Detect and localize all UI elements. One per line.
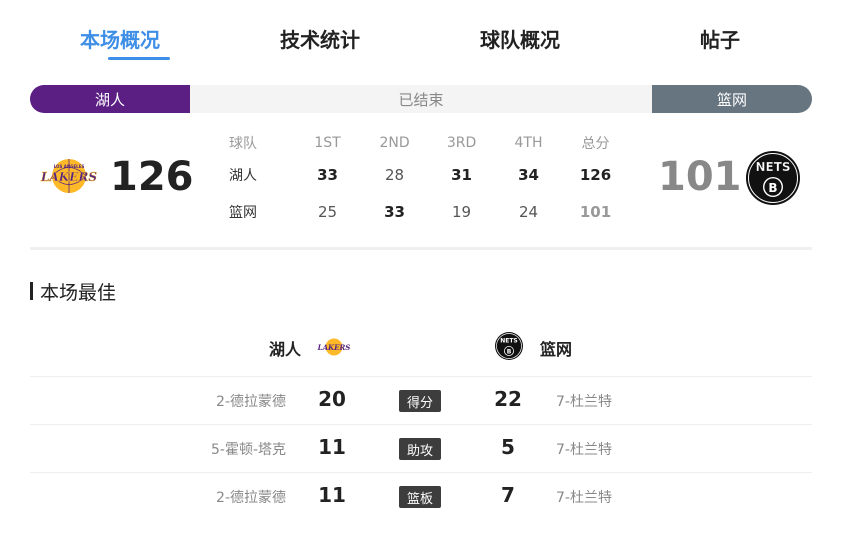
home-stat-value: 11 [318, 435, 346, 459]
home-stat-value: 11 [318, 483, 346, 507]
game-state-label: 已结束 [190, 85, 652, 113]
away-stat-value: 22 [494, 387, 522, 411]
svg-text:B: B [768, 181, 777, 195]
svg-text:B: B [507, 349, 512, 356]
q4-score: 24 [518, 202, 539, 221]
col-header-total: 总分 [581, 136, 610, 152]
best-row-points: 2-德拉蒙德 20 得分 22 7-杜兰特 [0, 377, 847, 425]
tab-tech-stats[interactable]: 技术统计 [220, 0, 420, 72]
lakers-logo-text: LAKERS [40, 170, 97, 184]
tab-posts[interactable]: 帖子 [620, 0, 820, 72]
best-home-team-name: 湖人 [269, 340, 302, 359]
best-row-rebounds: 2-德拉蒙德 11 篮板 7 7-杜兰特 [0, 473, 847, 521]
game-status-bar: 湖人 已结束 篮网 [30, 85, 812, 113]
q1-score: 33 [317, 165, 338, 184]
q1-score: 25 [318, 202, 338, 221]
home-player-name[interactable]: 5-霍顿-塔克 [211, 439, 286, 459]
best-players-header: 湖人 篮网 [0, 330, 847, 362]
col-header-team: 球队 [229, 136, 257, 152]
col-header-q1: 1ST [314, 135, 341, 151]
away-player-name[interactable]: 7-杜兰特 [556, 439, 612, 459]
row-team-name: 湖人 [229, 167, 257, 184]
q3-score: 19 [451, 202, 472, 221]
quarter-score-table: 球队 1ST 2ND 3RD 4TH 总分 湖人 33 28 31 34 126… [229, 130, 629, 230]
col-header-q2: 2ND [379, 135, 410, 151]
away-score: 101 [658, 154, 742, 200]
row-team-name: 篮网 [229, 204, 257, 221]
table-row: 篮网 25 33 19 24 101 [229, 193, 629, 230]
home-stat-value: 20 [318, 387, 346, 411]
away-stat-value: 5 [501, 435, 515, 459]
stat-category-badge: 得分 [399, 390, 441, 412]
total-score: 101 [579, 202, 612, 221]
stat-category-badge: 助攻 [399, 438, 441, 460]
section-title-text: 本场最佳 [40, 281, 117, 304]
section-divider [30, 247, 812, 250]
lakers-logo-subtext: LOS ANGELES [54, 164, 85, 169]
nets-logo-text: NETS [755, 160, 790, 174]
col-header-q3: 3RD [446, 135, 477, 151]
best-row-assists: 5-霍顿-塔克 11 助攻 5 7-杜兰特 [0, 425, 847, 473]
table-header-row: 球队 1ST 2ND 3RD 4TH 总分 [229, 130, 629, 156]
away-player-name[interactable]: 7-杜兰特 [556, 487, 612, 507]
col-header-q4: 4TH [514, 135, 543, 151]
table-row: 湖人 33 28 31 34 126 [229, 156, 629, 193]
nets-logo-icon[interactable]: NETS B [744, 149, 802, 207]
away-player-name[interactable]: 7-杜兰特 [556, 391, 612, 411]
lakers-logo-small-text: LAKERS [317, 343, 350, 352]
q3-score: 31 [451, 165, 472, 184]
q2-score: 33 [384, 202, 405, 221]
status-home-team[interactable]: 湖人 [30, 85, 190, 113]
home-player-name[interactable]: 2-德拉蒙德 [216, 391, 286, 411]
total-score: 126 [579, 165, 612, 184]
stat-category-badge: 篮板 [399, 486, 441, 508]
away-stat-value: 7 [501, 483, 515, 507]
home-player-name[interactable]: 2-德拉蒙德 [216, 487, 286, 507]
nets-logo-icon: NETS B [495, 332, 523, 360]
q4-score: 34 [518, 165, 539, 184]
home-score: 126 [110, 154, 194, 200]
best-away-team-name: 篮网 [540, 340, 573, 359]
tab-game-overview[interactable]: 本场概况 [20, 0, 220, 72]
q2-score: 28 [385, 165, 405, 184]
nets-logo-small-text: NETS [500, 338, 518, 345]
lakers-logo-icon: LAKERS [317, 338, 350, 356]
tab-bar: 本场概况 技术统计 球队概况 帖子 [20, 0, 820, 72]
lakers-logo-icon[interactable]: LOS ANGELES LAKERS [36, 155, 102, 197]
title-bar-marker [30, 282, 33, 300]
section-title: 本场最佳 [30, 280, 117, 304]
tab-team-overview[interactable]: 球队概况 [420, 0, 620, 72]
status-away-team[interactable]: 篮网 [652, 85, 812, 113]
